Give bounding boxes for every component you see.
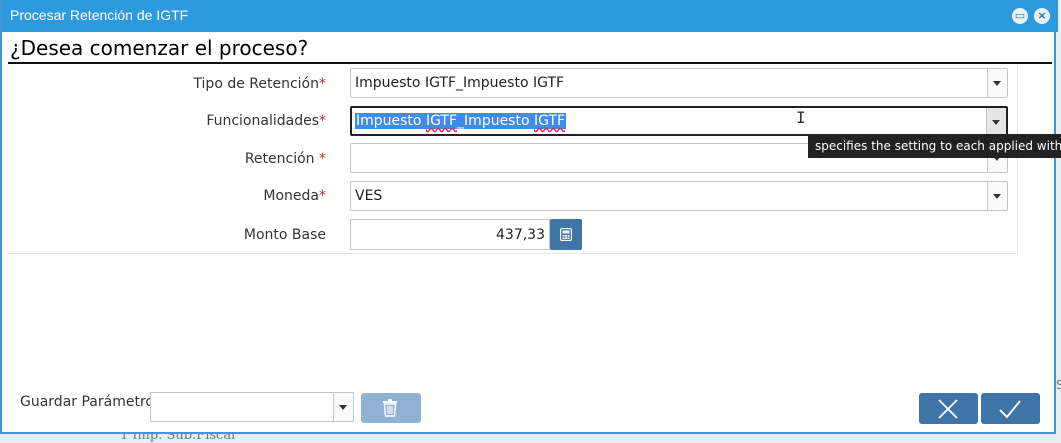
spellcheck-word: IGTF (534, 113, 566, 129)
required-mark: * (319, 76, 326, 92)
selected-text: Impuesto IGTF_Impuesto IGTF (355, 113, 567, 129)
funcionalidades-label-text: Funcionalidades (206, 113, 319, 129)
trash-icon (383, 399, 397, 417)
x-icon (938, 399, 958, 419)
funcionalidades-value[interactable]: Impuesto IGTF_Impuesto IGTF (355, 113, 567, 129)
retencion-label: Retención * (245, 151, 326, 167)
dialog-titlebar: Procesar Retención de IGTF ▭ × (2, 0, 1058, 32)
selected-text-part: _Impuesto (457, 113, 534, 129)
spellcheck-word: IGTF (425, 113, 458, 129)
tooltip: specifies the setting to each applied wi… (808, 134, 1061, 158)
required-mark: * (319, 113, 326, 129)
dialog-title: Procesar Retención de IGTF (10, 7, 189, 23)
calculator-button[interactable] (550, 219, 582, 250)
ok-button[interactable] (981, 393, 1040, 424)
required-mark: * (319, 151, 326, 167)
moneda-label: Moneda* (263, 188, 326, 204)
selected-text-part: Impuesto (356, 113, 426, 129)
tipo-retencion-combobox[interactable]: Impuesto IGTF_Impuesto IGTF (350, 68, 1008, 98)
monto-base-value: 437,33 (496, 227, 545, 243)
background-edge-letter: S (1056, 378, 1061, 392)
retencion-label-text: Retención (244, 151, 319, 167)
chevron-down-icon[interactable] (333, 393, 353, 421)
chevron-down-icon[interactable] (987, 182, 1007, 210)
moneda-value: VES (355, 188, 383, 204)
text-cursor-icon: I (796, 108, 806, 127)
moneda-label-text: Moneda (263, 188, 319, 204)
save-parameter-combobox[interactable] (150, 392, 354, 422)
funcionalidades-label: Funcionalidades* (206, 113, 326, 129)
tipo-retencion-label-text: Tipo de Retención (193, 76, 319, 92)
tipo-retencion-label: Tipo de Retención* (193, 76, 326, 92)
save-parameter-label: Guardar Parámetro (20, 394, 154, 410)
monto-base-label: Monto Base (243, 227, 326, 243)
delete-parameter-button[interactable] (361, 393, 421, 423)
tipo-retencion-value: Impuesto IGTF_Impuesto IGTF (355, 75, 565, 91)
close-icon[interactable]: × (1034, 8, 1050, 24)
cancel-button[interactable] (919, 393, 978, 424)
monto-base-input[interactable]: 437,33 (350, 219, 550, 250)
moneda-combobox[interactable]: VES (350, 181, 1008, 211)
restore-icon[interactable]: ▭ (1012, 8, 1028, 24)
required-mark: * (319, 188, 326, 204)
calculator-icon (560, 228, 572, 241)
chevron-down-icon[interactable] (986, 108, 1006, 134)
funcionalidades-combobox[interactable]: Impuesto IGTF_Impuesto IGTF (350, 106, 1008, 136)
checkmark-icon (999, 400, 1021, 419)
process-dialog: Procesar Retención de IGTF ▭ × ¿Desea co… (0, 0, 1058, 434)
chevron-down-icon[interactable] (987, 69, 1007, 97)
page-title: ¿Desea comenzar el proceso? (10, 36, 309, 60)
